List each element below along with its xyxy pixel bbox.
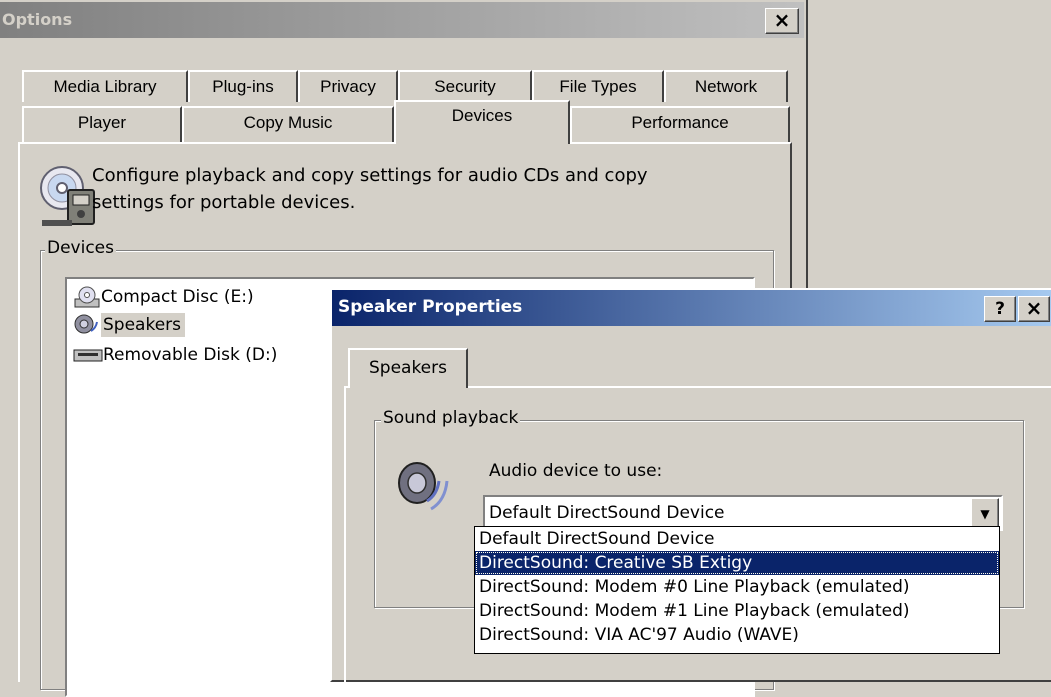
devices-group-label: Devices [45, 238, 116, 258]
help-button[interactable]: ? [984, 296, 1016, 322]
cd-drive-icon [74, 286, 100, 308]
speaker-icon [74, 314, 98, 334]
tab-speakers[interactable]: Speakers [348, 348, 468, 388]
speaker-title-bar[interactable]: Speaker Properties ? × [332, 290, 1051, 326]
dropdown-option-via-ac97[interactable]: DirectSound: VIA AC'97 Audio (WAVE) [475, 623, 999, 647]
help-icon: ? [995, 299, 1005, 319]
speaker-properties-dialog: Speaker Properties ? × Speakers Sound pl… [330, 288, 1051, 686]
dropdown-option-default[interactable]: Default DirectSound Device [475, 527, 999, 551]
list-item-speakers[interactable]: Speakers [73, 313, 186, 341]
options-title: Options [2, 10, 73, 29]
tab-copy-music[interactable]: Copy Music [182, 106, 394, 142]
sound-playback-label: Sound playback [381, 408, 521, 428]
dropdown-option-creative-sb-extigy[interactable]: DirectSound: Creative SB Extigy [475, 551, 999, 575]
dropdown-option-modem-1[interactable]: DirectSound: Modem #1 Line Playback (emu… [475, 599, 999, 623]
close-icon: × [773, 8, 791, 32]
tab-privacy[interactable]: Privacy [298, 70, 398, 102]
audio-device-selected-value: Default DirectSound Device [489, 503, 725, 523]
audio-device-label: Audio device to use: [489, 461, 663, 481]
tab-file-types[interactable]: File Types [532, 70, 664, 102]
tab-media-library[interactable]: Media Library [22, 70, 188, 102]
options-tab-row-1: Media Library Plug-ins Privacy Security … [22, 70, 792, 102]
list-item-removable-disk[interactable]: Removable Disk (D:) [73, 343, 277, 369]
tab-performance[interactable]: Performance [570, 106, 790, 142]
options-tab-row-2: Player Copy Music Devices Performance [22, 100, 792, 144]
audio-device-dropdown-list[interactable]: Default DirectSound Device DirectSound: … [474, 526, 1000, 654]
tab-devices[interactable]: Devices [394, 100, 570, 144]
devices-description: Configure playback and copy settings for… [92, 165, 648, 213]
tab-plug-ins[interactable]: Plug-ins [188, 70, 298, 102]
speaker-title: Speaker Properties [338, 297, 523, 317]
speaker-close-button[interactable]: × [1018, 296, 1050, 322]
removable-disk-icon [73, 349, 103, 362]
chevron-down-icon: ▼ [980, 507, 990, 521]
dropdown-button[interactable]: ▼ [971, 498, 999, 528]
list-item-compact-disc[interactable]: Compact Disc (E:) [73, 285, 254, 311]
dropdown-option-modem-0[interactable]: DirectSound: Modem #0 Line Playback (emu… [475, 575, 999, 599]
options-close-button[interactable]: × [765, 8, 799, 34]
tab-network[interactable]: Network [664, 70, 788, 102]
options-title-bar[interactable]: Options × [0, 2, 804, 38]
tab-security[interactable]: Security [398, 70, 532, 102]
tab-player[interactable]: Player [22, 106, 182, 142]
speaker-large-icon [393, 455, 449, 519]
close-icon: × [1025, 296, 1043, 320]
